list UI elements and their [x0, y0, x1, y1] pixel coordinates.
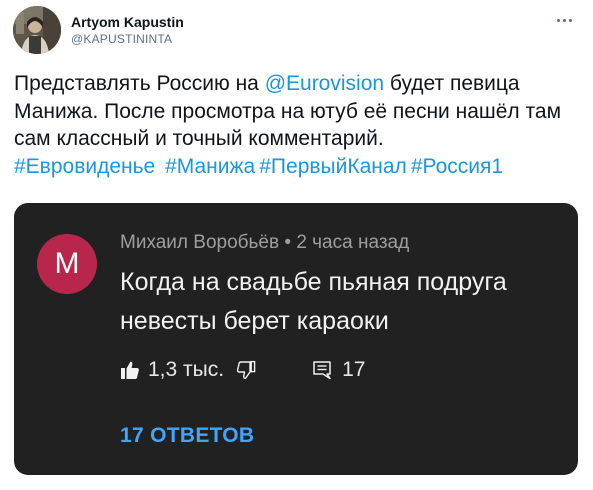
- user-handle[interactable]: @KAPUSTININTA: [71, 31, 184, 47]
- hashtag-link[interactable]: #Россия1: [411, 155, 503, 178]
- comment-author: Михаил Воробьёв: [120, 232, 280, 253]
- tweet: Artyom Kapustin @KAPUSTININTA Представля…: [0, 0, 593, 490]
- comment-time: 2 часа назад: [296, 232, 410, 253]
- view-replies-link: 17 ОТВЕТОВ: [120, 424, 255, 447]
- tweet-header: Artyom Kapustin @KAPUSTININTA: [13, 6, 184, 54]
- comment-text: Когда на свадьбе пьяная подруга невесты …: [120, 268, 507, 335]
- dislike-button: [236, 360, 256, 380]
- reply-button: 17: [312, 358, 365, 382]
- comment-meta: Михаил Воробьёв • 2 часа назад: [120, 231, 409, 255]
- comment-icon: [313, 361, 331, 380]
- hashtag-list: #Евровиденье #Манижа #ПервыйКанал #Россия1: [14, 155, 507, 178]
- hashtag-link[interactable]: #ПервыйКанал: [259, 155, 407, 178]
- like-count: 1,3 тыс.: [148, 358, 225, 381]
- youtube-comment-screenshot[interactable]: M Михаил Воробьёв • 2 часа назад Когда н…: [14, 203, 578, 475]
- tweet-text: Представлять Россию на @Eurovision будет…: [14, 70, 574, 180]
- user-info: Artyom Kapustin @KAPUSTININTA: [71, 13, 184, 47]
- meta-separator: •: [279, 232, 297, 253]
- comment-actions: 1,3 тыс. 17: [120, 355, 365, 385]
- comment-author-avatar: M: [37, 234, 97, 294]
- like-button: 1,3 тыс.: [120, 358, 224, 382]
- mention-link[interactable]: @Eurovision: [265, 72, 384, 95]
- hashtag-link[interactable]: #Евровиденье: [14, 155, 155, 178]
- tweet-text-part1: Представлять Россию на: [14, 72, 265, 95]
- display-name[interactable]: Artyom Kapustin: [71, 13, 184, 31]
- more-options-button[interactable]: [552, 12, 576, 28]
- thumbs-down-icon: [236, 360, 256, 380]
- reply-count: 17: [342, 358, 366, 381]
- user-avatar[interactable]: [13, 6, 61, 54]
- hashtag-link[interactable]: #Манижа: [165, 155, 255, 178]
- thumbs-up-icon: [121, 361, 139, 379]
- more-icon: [556, 18, 560, 22]
- avatar-photo: [13, 6, 61, 54]
